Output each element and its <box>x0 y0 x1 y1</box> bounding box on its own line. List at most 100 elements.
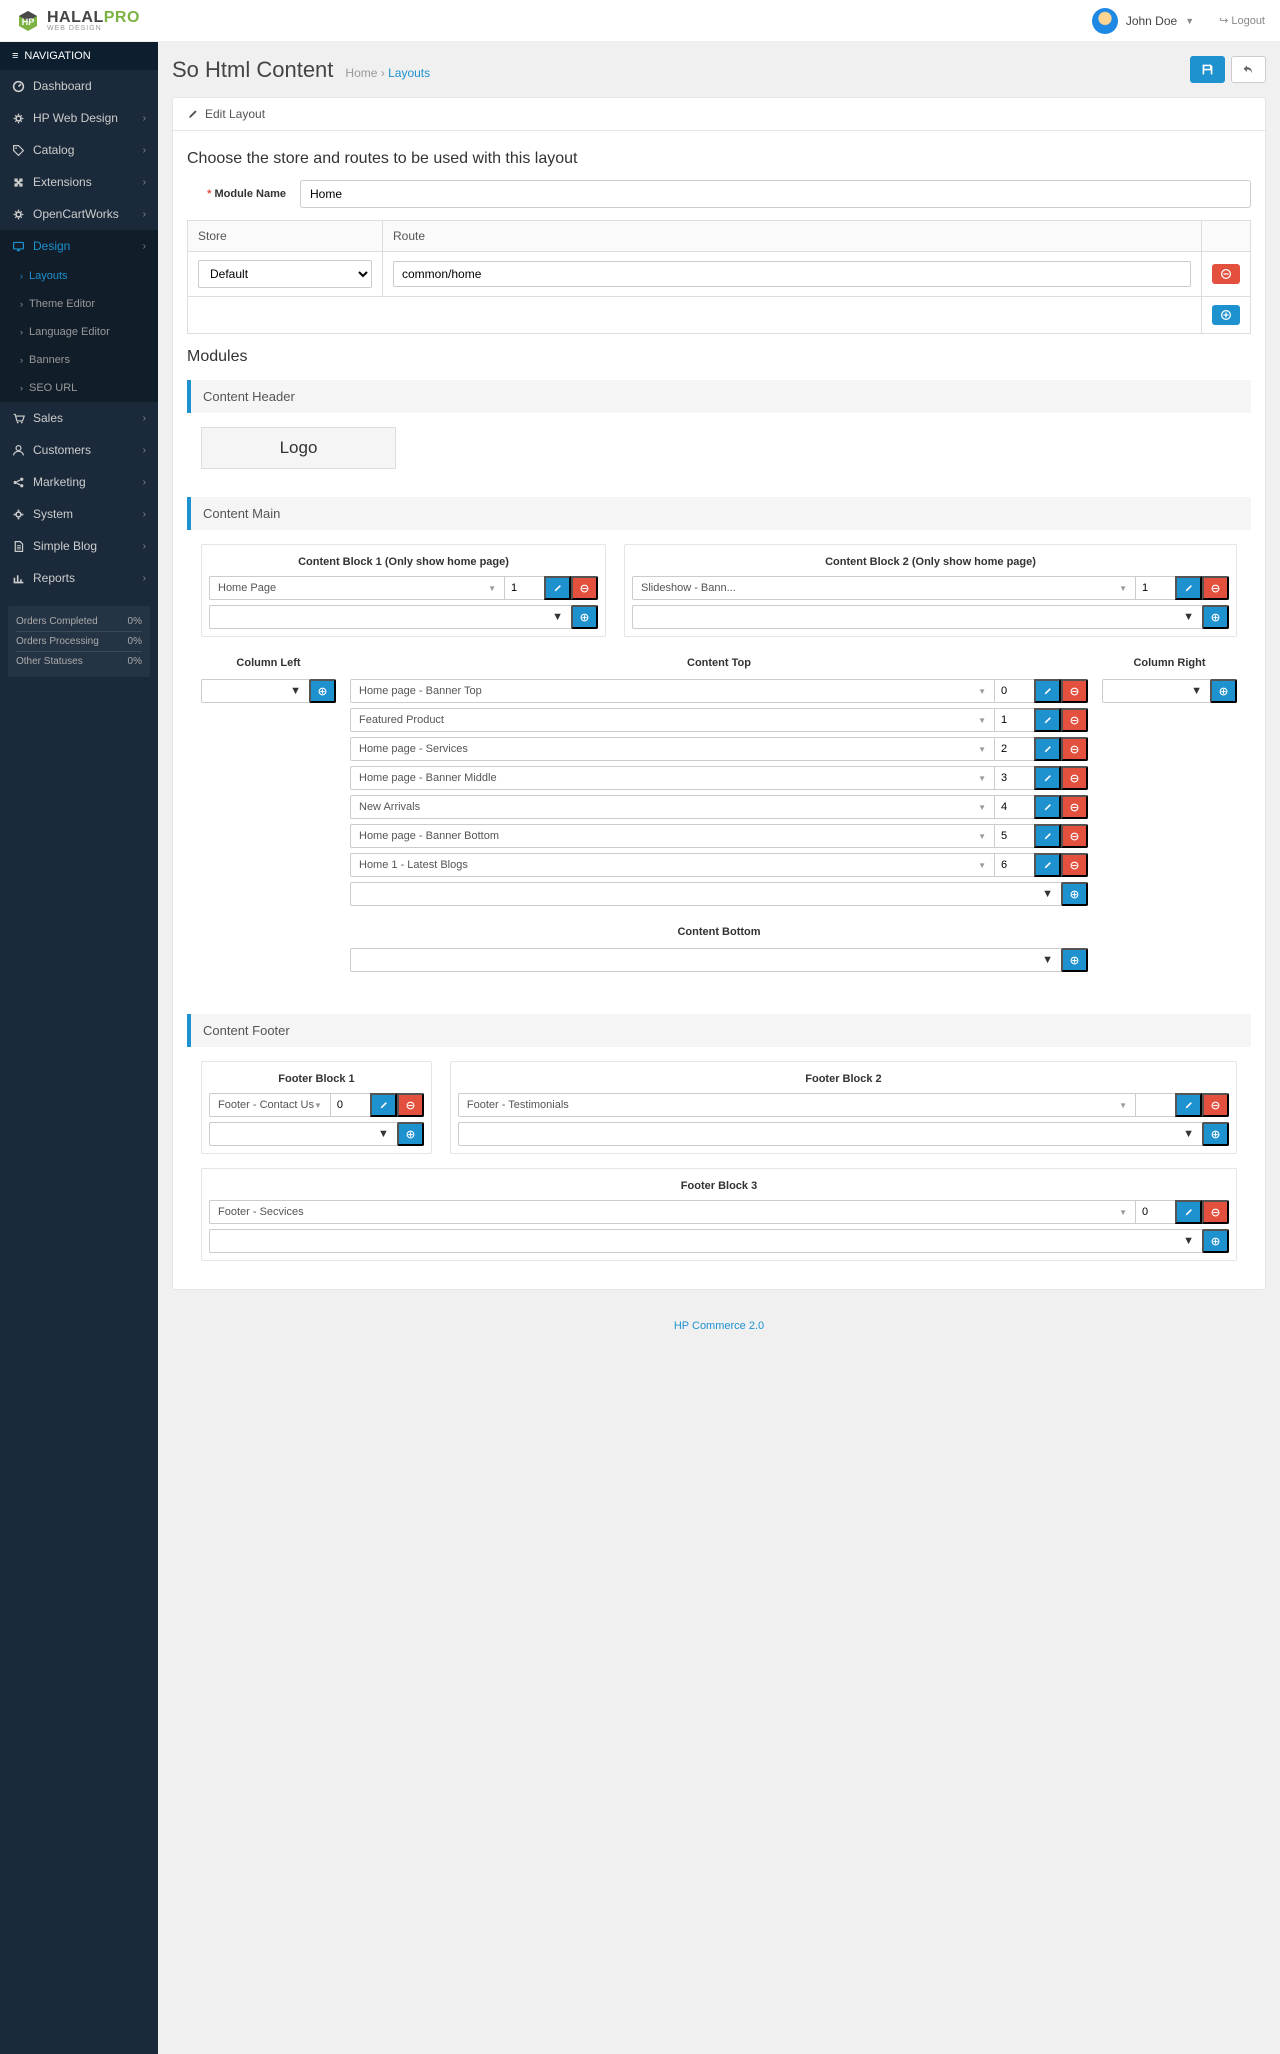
brand-logo[interactable]: HP HALALPRO WEB DESIGN <box>15 8 140 34</box>
ct-order-input-2[interactable] <box>994 737 1034 761</box>
save-button[interactable] <box>1190 56 1225 83</box>
fb3-add-select[interactable]: ▼ <box>209 1229 1202 1253</box>
nav-item-simple-blog[interactable]: Simple Blog› <box>0 530 158 562</box>
nav-sub-item-banners[interactable]: ›Banners <box>0 346 158 374</box>
ct-edit-button-2[interactable] <box>1034 737 1061 761</box>
remove-route-button[interactable] <box>1212 264 1240 284</box>
fb3-add-button[interactable] <box>1202 1229 1229 1253</box>
fb1-order-input[interactable] <box>330 1093 370 1117</box>
nav-item-marketing[interactable]: Marketing› <box>0 466 158 498</box>
col-right-add-select[interactable]: ▼ <box>1102 679 1210 703</box>
ct-remove-button-3[interactable] <box>1061 766 1088 790</box>
block1-add-button[interactable] <box>571 605 598 629</box>
route-input[interactable] <box>393 261 1191 287</box>
ct-module-select-5[interactable]: Home page - Banner Bottom▼ <box>350 824 994 848</box>
block2-module-select[interactable]: Slideshow - Bann...▼ <box>632 576 1135 600</box>
ct-module-select-6[interactable]: Home 1 - Latest Blogs▼ <box>350 853 994 877</box>
nav-item-system[interactable]: System› <box>0 498 158 530</box>
nav-item-design[interactable]: Design› <box>0 230 158 262</box>
nav-item-extensions[interactable]: Extensions› <box>0 166 158 198</box>
ct-order-input-6[interactable] <box>994 853 1034 877</box>
nav-sub-item-language-editor[interactable]: ›Language Editor <box>0 318 158 346</box>
nav-item-sales[interactable]: Sales› <box>0 402 158 434</box>
block1-edit-button[interactable] <box>544 576 571 600</box>
ct-remove-button-5[interactable] <box>1061 824 1088 848</box>
nav-item-opencartworks[interactable]: OpenCartWorks› <box>0 198 158 230</box>
nav-item-customers[interactable]: Customers› <box>0 434 158 466</box>
ct-module-select-3[interactable]: Home page - Banner Middle▼ <box>350 766 994 790</box>
ct-edit-button-4[interactable] <box>1034 795 1061 819</box>
content-bottom-add-select[interactable]: ▼ <box>350 948 1061 972</box>
add-route-button[interactable] <box>1212 305 1240 325</box>
nav-item-hp-web-design[interactable]: HP Web Design› <box>0 102 158 134</box>
fb2-remove-button[interactable] <box>1202 1093 1229 1117</box>
block1-module-select[interactable]: Home Page▼ <box>209 576 504 600</box>
user-menu[interactable]: John Doe ▼ <box>1082 3 1204 39</box>
block2-add-select[interactable]: ▼ <box>632 605 1202 629</box>
col-right-add-button[interactable] <box>1210 679 1237 703</box>
block2-edit-button[interactable] <box>1175 576 1202 600</box>
ct-order-input-4[interactable] <box>994 795 1034 819</box>
col-left-add-button[interactable] <box>309 679 336 703</box>
fb1-add-button[interactable] <box>397 1122 424 1146</box>
fb2-module-select[interactable]: Footer - Testimonials▼ <box>458 1093 1135 1117</box>
breadcrumb-home[interactable]: Home <box>345 66 377 80</box>
fb2-edit-button[interactable] <box>1175 1093 1202 1117</box>
ct-order-input-3[interactable] <box>994 766 1034 790</box>
fb1-edit-button[interactable] <box>370 1093 397 1117</box>
store-select[interactable]: Default <box>198 260 372 288</box>
nav-header[interactable]: ≡ NAVIGATION <box>0 42 158 70</box>
logout-link[interactable]: ↪ Logout <box>1219 14 1265 27</box>
fb3-remove-button[interactable] <box>1202 1200 1229 1224</box>
ct-remove-button-2[interactable] <box>1061 737 1088 761</box>
ct-module-select-4[interactable]: New Arrivals▼ <box>350 795 994 819</box>
ct-edit-button-5[interactable] <box>1034 824 1061 848</box>
nav-sub-item-layouts[interactable]: ›Layouts <box>0 262 158 290</box>
ct-edit-button-1[interactable] <box>1034 708 1061 732</box>
block1-add-select[interactable]: ▼ <box>209 605 571 629</box>
footer-link[interactable]: HP Commerce 2.0 <box>674 1320 764 1332</box>
fb1-add-select[interactable]: ▼ <box>209 1122 397 1146</box>
ct-order-input-0[interactable] <box>994 679 1034 703</box>
block2-remove-button[interactable] <box>1202 576 1229 600</box>
content-bottom-add-button[interactable] <box>1061 948 1088 972</box>
nav-sub-item-seo-url[interactable]: ›SEO URL <box>0 374 158 402</box>
fb2-order-input[interactable] <box>1135 1093 1175 1117</box>
fb3-edit-button[interactable] <box>1175 1200 1202 1224</box>
block1-remove-button[interactable] <box>571 576 598 600</box>
fb2-add-button[interactable] <box>1202 1122 1229 1146</box>
block1-order-input[interactable] <box>504 576 544 600</box>
breadcrumb-current[interactable]: Layouts <box>388 66 430 80</box>
ct-edit-button-6[interactable] <box>1034 853 1061 877</box>
ct-module-select-2[interactable]: Home page - Services▼ <box>350 737 994 761</box>
ct-remove-button-6[interactable] <box>1061 853 1088 877</box>
breadcrumb: Home › Layouts <box>345 66 430 80</box>
block2-order-input[interactable] <box>1135 576 1175 600</box>
ct-order-input-5[interactable] <box>994 824 1034 848</box>
ct-module-select-0[interactable]: Home page - Banner Top▼ <box>350 679 994 703</box>
fb1-remove-button[interactable] <box>397 1093 424 1117</box>
ct-remove-button-0[interactable] <box>1061 679 1088 703</box>
fb3-order-input[interactable] <box>1135 1200 1175 1224</box>
ct-remove-button-4[interactable] <box>1061 795 1088 819</box>
nav-sub-design: ›Layouts›Theme Editor›Language Editor›Ba… <box>0 262 158 402</box>
nav-item-dashboard[interactable]: Dashboard <box>0 70 158 102</box>
fb2-add-select[interactable]: ▼ <box>458 1122 1202 1146</box>
fb1-module-select[interactable]: Footer - Contact Us▼ <box>209 1093 330 1117</box>
block2-add-button[interactable] <box>1202 605 1229 629</box>
module-name-input[interactable] <box>300 180 1251 208</box>
ct-order-input-1[interactable] <box>994 708 1034 732</box>
ct-remove-button-1[interactable] <box>1061 708 1088 732</box>
content-top-add-select[interactable]: ▼ <box>350 882 1061 906</box>
status-row: Orders Processing0% <box>16 632 142 652</box>
nav-item-catalog[interactable]: Catalog› <box>0 134 158 166</box>
back-button[interactable] <box>1231 56 1266 83</box>
ct-edit-button-0[interactable] <box>1034 679 1061 703</box>
content-top-add-button[interactable] <box>1061 882 1088 906</box>
nav-sub-item-theme-editor[interactable]: ›Theme Editor <box>0 290 158 318</box>
ct-module-select-1[interactable]: Featured Product▼ <box>350 708 994 732</box>
nav-item-reports[interactable]: Reports› <box>0 562 158 594</box>
col-left-add-select[interactable]: ▼ <box>201 679 309 703</box>
fb3-module-select[interactable]: Footer - Secvices▼ <box>209 1200 1135 1224</box>
ct-edit-button-3[interactable] <box>1034 766 1061 790</box>
